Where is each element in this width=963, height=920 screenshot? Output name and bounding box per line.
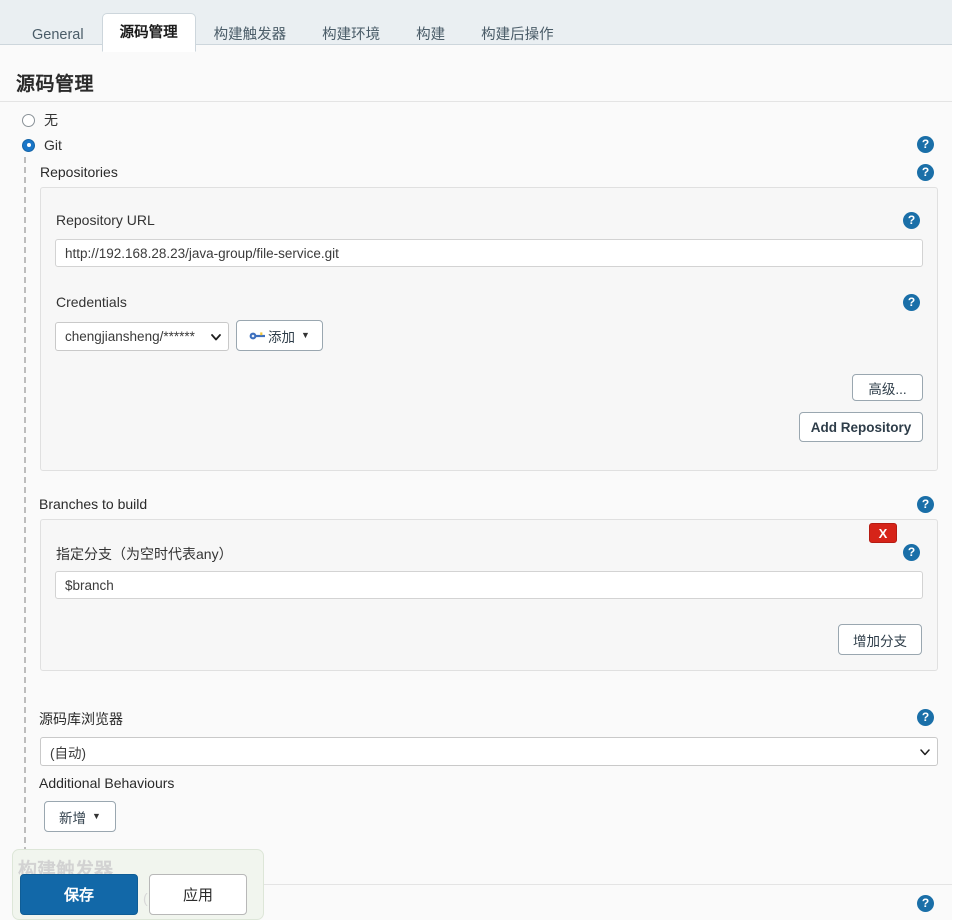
chevron-down-icon [211, 333, 221, 340]
jenkins-job-config-page: General 源码管理 构建触发器 构建环境 构建 构建后操作 源码管理 无 … [0, 0, 963, 920]
delete-branch-button[interactable]: X [869, 523, 897, 543]
repository-url-label: Repository URL [56, 212, 155, 228]
config-tab-bar: General 源码管理 构建触发器 构建环境 构建 构建后操作 [0, 0, 952, 52]
repository-browser-select[interactable]: (自动) [40, 737, 938, 766]
git-block-guideline [24, 157, 26, 873]
repository-url-input[interactable]: http://192.168.28.23/java-group/file-ser… [55, 239, 923, 267]
add-behaviour-button[interactable]: 新增 ▼ [44, 801, 116, 832]
branches-to-build-label: Branches to build [39, 496, 148, 512]
add-behaviour-label: 新增 [59, 810, 87, 826]
help-icon-branches[interactable]: ? [917, 496, 934, 513]
help-icon-repository-browser[interactable]: ? [917, 709, 934, 726]
page-title: 源码管理 [16, 74, 95, 95]
radio-scm-none[interactable]: 无 [22, 110, 58, 130]
chevron-down-icon: ▼ [92, 811, 101, 821]
chevron-down-icon [920, 748, 930, 755]
save-button[interactable]: 保存 [20, 874, 138, 915]
radio-scm-git-label: Git [44, 137, 62, 153]
help-icon-build-triggers[interactable]: ? [917, 895, 934, 912]
tab-source-code-management[interactable]: 源码管理 [101, 13, 196, 52]
add-credentials-button[interactable]: 添加 ▼ [236, 320, 323, 351]
repositories-label: Repositories [40, 164, 118, 180]
scm-section: 源码管理 无 Git ? ? Repositories Repository U… [0, 45, 952, 920]
credentials-select-value: chengjiansheng/****** [65, 329, 195, 344]
chevron-down-icon: ▼ [301, 330, 310, 340]
credentials-label: Credentials [56, 294, 127, 310]
credentials-select[interactable]: chengjiansheng/****** [55, 322, 229, 351]
advanced-button[interactable]: 高级... [852, 374, 923, 401]
add-repository-button[interactable]: Add Repository [799, 412, 923, 442]
tab-list: General 源码管理 构建触发器 构建环境 构建 构建后操作 [14, 6, 572, 52]
help-icon-branch-specifier[interactable]: ? [903, 544, 920, 561]
add-branch-button[interactable]: 增加分支 [838, 624, 922, 655]
help-icon-repository-url[interactable]: ? [903, 212, 920, 229]
radio-scm-git-marker [22, 138, 35, 152]
radio-scm-none-label: 无 [44, 112, 58, 128]
repository-browser-label: 源码库浏览器 [39, 711, 123, 727]
radio-scm-git[interactable]: Git [22, 137, 62, 153]
branch-specifier-input[interactable]: $branch [55, 571, 923, 599]
repository-browser-value: (自动) [50, 745, 86, 761]
title-divider [0, 101, 952, 102]
help-icon-repositories[interactable]: ? [917, 164, 934, 181]
help-icon-git[interactable]: ? [917, 136, 934, 153]
form-action-bar: 保存 应用 [20, 874, 247, 915]
add-credentials-label: 添加 [268, 329, 296, 345]
bottom-divider [264, 884, 952, 885]
branch-specifier-label: 指定分支（为空时代表any） [56, 546, 233, 562]
additional-behaviours-label: Additional Behaviours [39, 775, 175, 791]
help-icon-credentials[interactable]: ? [903, 294, 920, 311]
apply-button[interactable]: 应用 [149, 874, 247, 915]
radio-scm-none-marker [22, 113, 35, 127]
key-icon [249, 330, 266, 342]
